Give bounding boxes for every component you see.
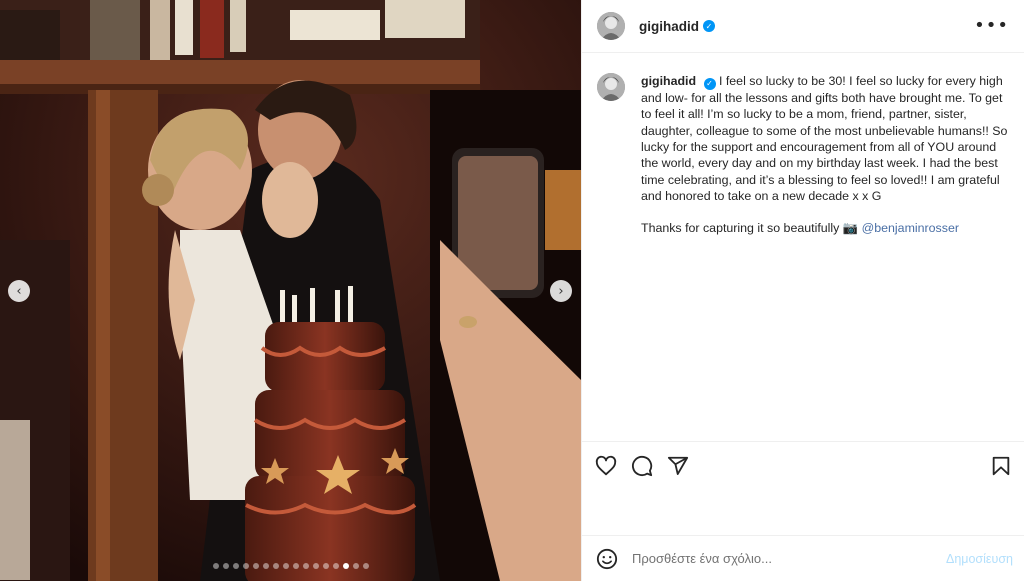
post-header: gigihadid ✓ ••• (582, 0, 1024, 53)
post-caption: gigihadid ✓ I feel so lucky to be 30! I … (641, 73, 1009, 441)
carousel-dot (282, 563, 289, 569)
action-bar (582, 441, 1024, 489)
bookmark-icon (992, 456, 1010, 475)
caption-area: gigihadid ✓ I feel so lucky to be 30! I … (582, 53, 1024, 441)
caption-thanks-text: Thanks for capturing it so beautifully 📷 (641, 221, 862, 236)
post-detail-panel: gigihadid ✓ ••• gigihadid ✓ I feel so lu… (581, 0, 1024, 581)
mention-link[interactable]: @benjaminrosser (862, 221, 959, 235)
comment-button[interactable] (630, 454, 654, 478)
share-button[interactable] (666, 454, 690, 478)
more-options-button[interactable]: ••• (974, 17, 1009, 35)
carousel-dot (312, 563, 319, 569)
save-button[interactable] (989, 454, 1013, 478)
chevron-left-icon: ‹ (16, 283, 22, 299)
comment-icon (632, 455, 653, 476)
carousel-dot (362, 563, 369, 569)
comment-input[interactable] (632, 551, 946, 566)
verified-badge-icon: ✓ (703, 78, 716, 91)
post-photo (0, 0, 581, 581)
caption-avatar[interactable] (597, 73, 625, 101)
carousel-dot (352, 563, 359, 569)
carousel-dot (302, 563, 309, 569)
caption-username[interactable]: gigihadid (641, 74, 696, 88)
carousel-dot (322, 563, 329, 569)
post-username[interactable]: gigihadid (639, 19, 699, 34)
caption-text: I feel so lucky to be 30! I feel so luck… (641, 74, 1008, 203)
carousel-dot (242, 563, 249, 569)
comment-box: Δημοσίευση (582, 535, 1024, 581)
carousel-dot (342, 563, 349, 569)
avatar[interactable] (597, 12, 625, 40)
share-icon (667, 456, 689, 475)
carousel-dot (292, 563, 299, 569)
verified-badge-icon: ✓ (703, 20, 715, 32)
like-button[interactable] (594, 454, 618, 478)
carousel-dot (252, 563, 259, 569)
carousel-dot (212, 563, 219, 569)
emoji-icon (596, 548, 618, 569)
carousel-dot (232, 563, 239, 569)
emoji-button[interactable] (596, 548, 618, 570)
carousel-dot (332, 563, 339, 569)
carousel-dot (272, 563, 279, 569)
post-comment-button[interactable]: Δημοσίευση (946, 552, 1013, 566)
carousel-dot (222, 563, 229, 569)
chevron-right-icon: › (558, 283, 564, 299)
post-photo-carousel[interactable]: ‹ › (0, 0, 581, 581)
carousel-next-button[interactable]: › (550, 280, 572, 302)
carousel-prev-button[interactable]: ‹ (8, 280, 30, 302)
heart-icon (595, 455, 617, 475)
carousel-dots (0, 563, 581, 569)
carousel-dot (262, 563, 269, 569)
